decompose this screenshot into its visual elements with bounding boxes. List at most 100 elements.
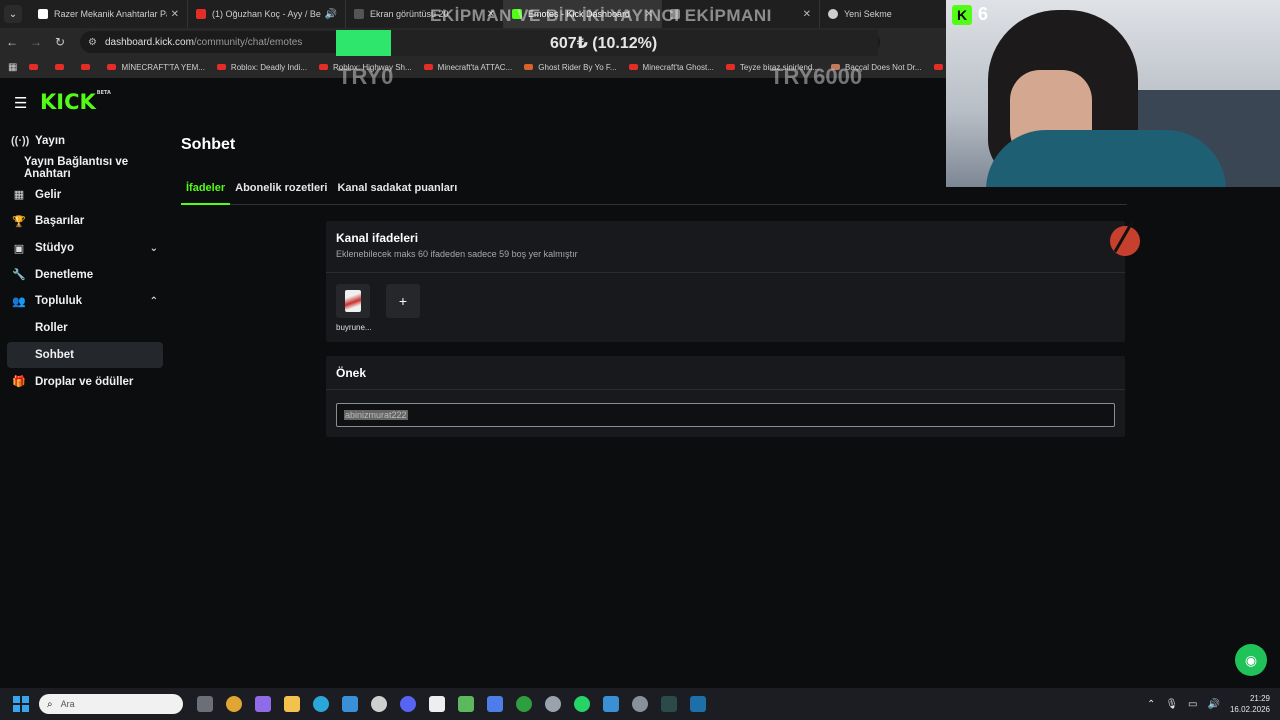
- trophy-icon: 🏆: [12, 215, 26, 228]
- sidebar-item-sohbet[interactable]: Sohbet: [7, 341, 163, 369]
- discord-icon[interactable]: [400, 696, 416, 712]
- youtube-icon: [725, 64, 735, 70]
- chevron-up-icon[interactable]: ⌃: [150, 296, 158, 307]
- bookmark[interactable]: Ghost Rider By Yo F...: [524, 63, 617, 72]
- app-icon[interactable]: [661, 696, 677, 712]
- card-header: Önek: [326, 356, 1125, 390]
- volume-icon[interactable]: 🔊: [1208, 699, 1220, 710]
- studio-icon: ▣: [13, 242, 25, 255]
- chevron-down-icon[interactable]: ⌄: [150, 243, 158, 254]
- bookmark[interactable]: Minecraft'ta Ghost...: [628, 63, 714, 72]
- community-icon: 👥: [12, 295, 26, 308]
- youtube-icon: [216, 64, 226, 70]
- bookmark[interactable]: Roblox: Deadly Indi...: [216, 63, 307, 72]
- support-chat-icon[interactable]: ◉: [1235, 644, 1267, 676]
- xbox-icon[interactable]: [516, 696, 532, 712]
- sidebar-item-studyo[interactable]: ▣ Stüdyo ⌄: [0, 235, 170, 262]
- steam-icon[interactable]: [690, 696, 706, 712]
- sidebar-item-denetleme[interactable]: 🔧 Denetleme: [0, 261, 170, 288]
- donation-goal-min: TRY0: [338, 64, 394, 89]
- task-view-icon[interactable]: [197, 696, 213, 712]
- tab-abonelik-rozetleri[interactable]: Abonelik rozetleri: [230, 178, 332, 205]
- chart-icon: ▦: [13, 189, 25, 202]
- youtube-icon: [107, 64, 117, 70]
- windows-start-icon[interactable]: [13, 696, 29, 712]
- tab-label: (1) Oğuzhan Koç - Ayy / Be: [212, 9, 321, 19]
- emote-tile[interactable]: [336, 284, 370, 318]
- url-host: dashboard.kick.com: [104, 36, 194, 48]
- settings-icon[interactable]: [545, 696, 561, 712]
- taskbar-search[interactable]: ⌕ Ara: [39, 694, 183, 714]
- prefix-input[interactable]: abinizmurat222: [336, 403, 1115, 427]
- donation-goal-amount: 607₺ (10.12%): [550, 35, 658, 52]
- bookmark[interactable]: [55, 64, 69, 70]
- tab-ifadeler[interactable]: İfadeler: [181, 178, 231, 205]
- back-icon[interactable]: ←: [0, 35, 24, 49]
- copilot-icon[interactable]: [255, 696, 271, 712]
- store-icon[interactable]: [342, 696, 358, 712]
- forward-icon[interactable]: →: [24, 35, 48, 49]
- edge-icon[interactable]: [313, 696, 329, 712]
- kick-icon: K: [952, 4, 972, 25]
- bookmark[interactable]: Minecraft'ta ATTAC...: [423, 63, 512, 72]
- pen-cursor-icon: [1110, 226, 1140, 256]
- card-title: Önek: [336, 366, 367, 380]
- bookmark[interactable]: [81, 64, 95, 70]
- sidebar-item-gelir[interactable]: ▦ Gelir: [0, 181, 170, 208]
- add-emote-button[interactable]: +: [386, 284, 420, 318]
- clock[interactable]: 21:29 16.02.2026: [1230, 693, 1270, 715]
- youtube-icon: [196, 9, 206, 19]
- remote-desktop-icon[interactable]: [603, 696, 619, 712]
- sidebar-item-roller[interactable]: Roller: [0, 315, 170, 342]
- speaker-icon[interactable]: 🔊: [325, 9, 337, 20]
- close-icon[interactable]: ✕: [803, 9, 811, 20]
- file-explorer-icon[interactable]: [284, 696, 300, 712]
- close-icon[interactable]: ✕: [171, 9, 179, 20]
- wrench-icon: 🔧: [12, 269, 26, 282]
- system-tray: ⌃ 🎙 ▭ 🔊 21:29 16.02.2026: [1147, 688, 1280, 720]
- youtube-icon: [29, 64, 39, 70]
- app-icon[interactable]: [371, 696, 387, 712]
- tab-label: Razer Mekanik Anahtarlar Paket: [54, 9, 167, 19]
- sidebar-item-stream-key[interactable]: Yayın Bağlantısı ve Anahtarı: [0, 155, 170, 182]
- bookmark[interactable]: MİNECRAFT'TA YEM...: [107, 63, 205, 72]
- broadcast-icon: ((·)): [11, 135, 30, 148]
- browser-tab[interactable]: (1) Oğuzhan Koç - Ayy / Be 🔊: [188, 0, 346, 28]
- capcut-icon[interactable]: [429, 696, 445, 712]
- network-icon[interactable]: ▭: [1188, 699, 1197, 710]
- gear-icon[interactable]: [632, 696, 648, 712]
- sidebar-item-yayin[interactable]: ((·)) Yayın: [0, 128, 170, 155]
- card-header: Kanal ifadeleri Eklenebilecek maks 60 if…: [326, 221, 1125, 273]
- reload-icon[interactable]: ↻: [48, 35, 72, 49]
- tab-kanal-sadakat-puanlari[interactable]: Kanal sadakat puanları: [332, 178, 462, 205]
- taskbar: ⌕ Ara ⌃ 🎙 ▭ 🔊 21:29 16.02.2026: [0, 688, 1280, 720]
- menu-icon[interactable]: ☰: [14, 94, 27, 112]
- url-path: /community/chat/emotes: [193, 36, 303, 48]
- page-title: Sohbet: [181, 136, 236, 153]
- chrome-icon[interactable]: [226, 696, 242, 712]
- ghost-rider-icon: [524, 64, 534, 70]
- sidebar-item-topluluk[interactable]: 👥 Topluluk ⌃: [0, 288, 170, 315]
- prefix-card: Önek abinizmurat222: [326, 356, 1125, 437]
- sidebar-item-droplar[interactable]: 🎁 Droplar ve ödüller: [0, 368, 170, 395]
- youtube-icon: [318, 64, 328, 70]
- youtube-icon: [55, 64, 65, 70]
- whatsapp-icon[interactable]: [574, 696, 590, 712]
- viewer-badge: K 6: [952, 4, 988, 25]
- kick-logo[interactable]: KICKBETA: [40, 90, 111, 114]
- site-info-icon[interactable]: ⚙: [88, 37, 97, 48]
- clock-time: 21:29: [1249, 694, 1270, 703]
- apps-icon[interactable]: ▦: [8, 62, 17, 73]
- app-icon[interactable]: [487, 696, 503, 712]
- clock-date: 16.02.2026: [1229, 705, 1270, 714]
- tab-search-icon[interactable]: ⌄: [4, 5, 22, 23]
- minecraft-icon[interactable]: [458, 696, 474, 712]
- chevron-up-icon[interactable]: ⌃: [1147, 699, 1155, 710]
- prefix-value: abinizmurat222: [344, 410, 408, 420]
- microphone-icon[interactable]: 🎙: [1165, 699, 1178, 710]
- bookmark[interactable]: [29, 64, 43, 70]
- sidebar-item-basarilar[interactable]: 🏆 Başarılar: [0, 208, 170, 235]
- browser-tab[interactable]: Razer Mekanik Anahtarlar Paket ✕: [30, 0, 188, 28]
- search-icon: ⌕: [47, 698, 53, 710]
- webcam-person-shirt: [986, 130, 1226, 187]
